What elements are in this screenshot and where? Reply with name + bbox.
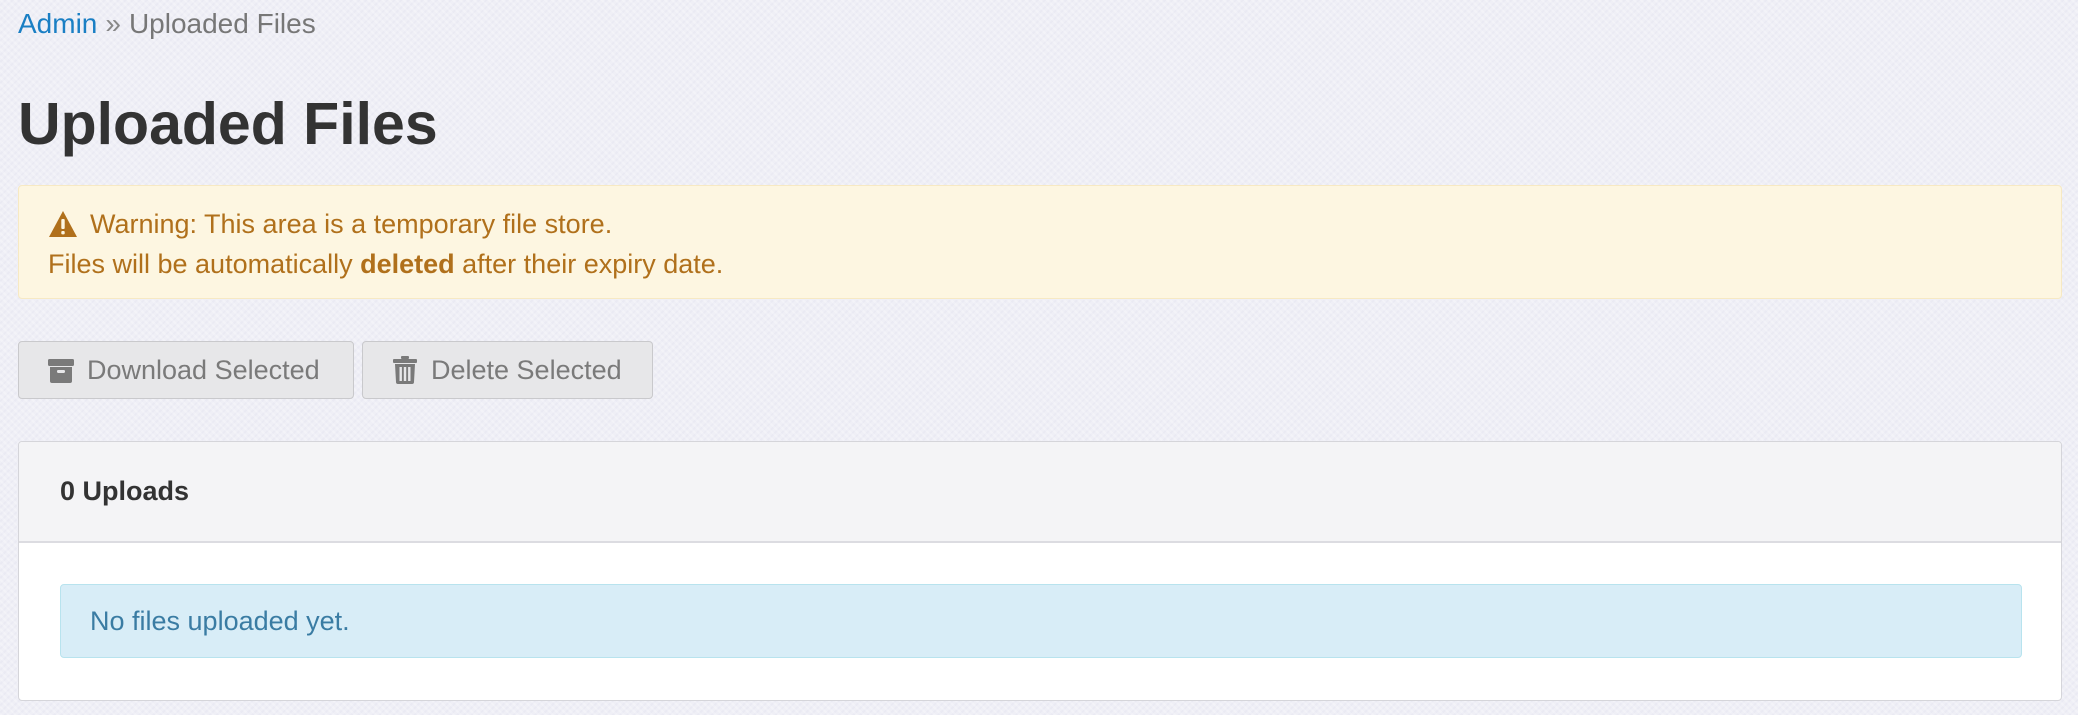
breadcrumb-admin-link[interactable]: Admin — [18, 8, 97, 39]
no-files-info-alert: No files uploaded yet. — [60, 584, 2022, 658]
download-selected-label: Download Selected — [87, 354, 320, 385]
breadcrumb-current: Uploaded Files — [128, 8, 316, 39]
uploads-count-heading: 0 Uploads — [19, 442, 2061, 543]
warning-alert: Warning: This area is a temporary file s… — [18, 185, 2062, 299]
warning-line-2: Files will be automatically deleted afte… — [48, 244, 2032, 284]
archive-icon — [48, 359, 74, 383]
warning-line-1: Warning: This area is a temporary file s… — [48, 204, 2032, 244]
page-title: Uploaded Files — [18, 91, 438, 157]
warning-text-bold: deleted — [360, 249, 455, 279]
download-selected-button[interactable]: Download Selected — [18, 341, 354, 399]
trash-icon — [393, 356, 417, 384]
delete-selected-label: Delete Selected — [431, 354, 622, 385]
delete-selected-button[interactable]: Delete Selected — [362, 341, 653, 399]
warning-triangle-icon — [49, 211, 77, 237]
breadcrumb: Admin » Uploaded Files — [18, 6, 316, 42]
uploads-panel-body: No files uploaded yet. — [19, 543, 2061, 700]
warning-text-after: after their expiry date. — [454, 249, 724, 279]
uploads-panel: 0 Uploads No files uploaded yet. — [18, 441, 2062, 701]
breadcrumb-separator: » — [105, 8, 121, 39]
warning-text: Warning: This area is a temporary file s… — [90, 209, 613, 239]
warning-text-before: Files will be automatically — [48, 249, 361, 279]
